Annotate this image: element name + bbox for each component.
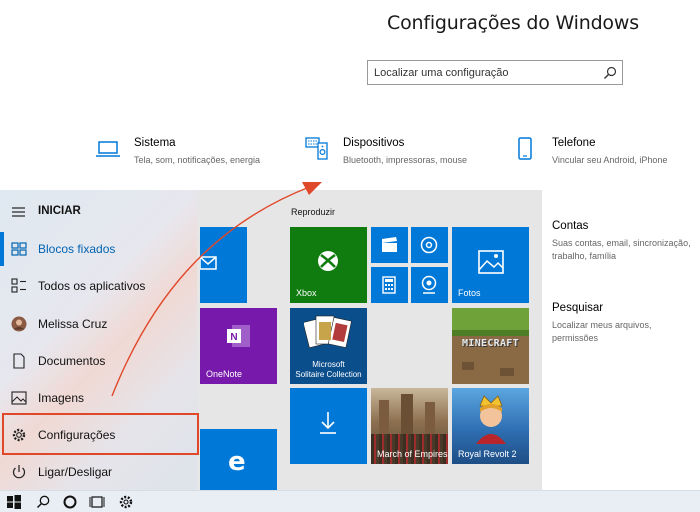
windows-logo-icon[interactable] [6,494,22,510]
cortana-icon[interactable] [62,494,78,510]
settings-gear-icon[interactable] [118,494,134,510]
search-icon[interactable] [35,494,51,510]
taskbar [0,490,700,512]
annotation-arrow [111,182,322,397]
task-view-icon[interactable] [89,494,105,510]
